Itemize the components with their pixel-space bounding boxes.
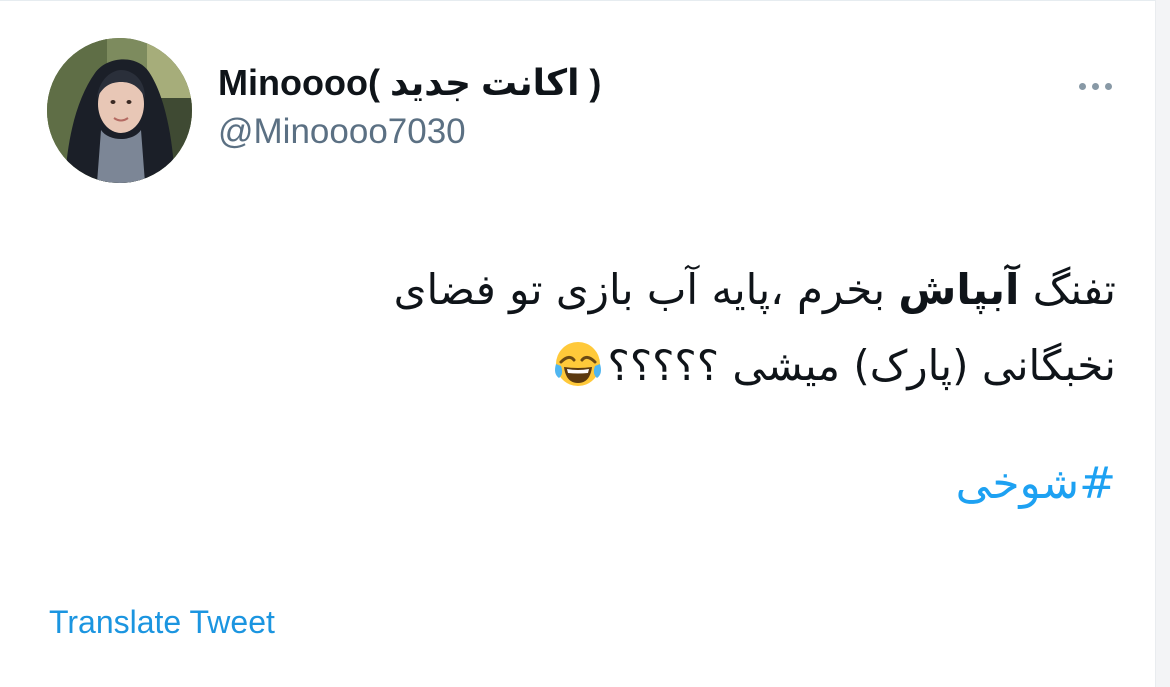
tweet-text-bold: آبپاش bbox=[898, 265, 1020, 314]
more-dot bbox=[1091, 82, 1099, 90]
more-dot bbox=[1104, 82, 1112, 90]
author-handle[interactable]: @Minoooo7030 bbox=[218, 112, 466, 152]
tweet-body: تفنگ آبپاش بخرم ،پایه آب بازی تو فضای نخ… bbox=[166, 252, 1116, 404]
top-divider bbox=[0, 0, 1170, 1]
avatar[interactable] bbox=[47, 38, 192, 183]
profile-photo-icon bbox=[47, 38, 192, 183]
hashtag-link[interactable]: #شوخی bbox=[956, 458, 1116, 509]
tweet-card: Minoooo( اکانت جدید ) @Minoooo7030 تفنگ … bbox=[0, 0, 1170, 687]
tweet-line-2: نخبگانی (پارک) میشی ؟؟؟؟؟ bbox=[166, 328, 1116, 404]
author-display-name[interactable]: Minoooo( اکانت جدید ) bbox=[218, 62, 601, 104]
face-with-tears-of-joy-icon bbox=[554, 342, 601, 386]
tweet-line-1: تفنگ آبپاش بخرم ،پایه آب بازی تو فضای bbox=[166, 252, 1116, 328]
tweet-text-segment: نخبگانی (پارک) میشی ؟؟؟؟؟ bbox=[607, 341, 1116, 390]
tweet-text-segment: تفنگ bbox=[1019, 265, 1116, 314]
more-horizontal-icon bbox=[1078, 82, 1086, 90]
scrollbar-track[interactable] bbox=[1155, 0, 1170, 687]
tweet-text-segment: بخرم ،پایه آب بازی تو فضای bbox=[393, 265, 899, 314]
translate-tweet-link[interactable]: Translate Tweet bbox=[49, 604, 275, 641]
more-options-button[interactable] bbox=[1070, 72, 1120, 100]
